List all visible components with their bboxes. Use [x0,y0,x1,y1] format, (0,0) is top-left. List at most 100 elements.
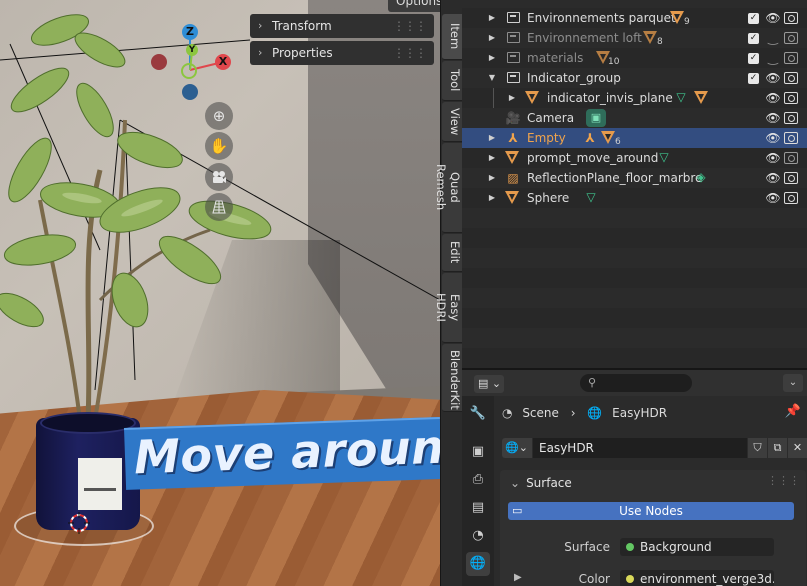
world-name-field[interactable]: EasyHDR [533,438,747,458]
outliner-row[interactable]: ▶ Sphere ▽ 👁 [462,188,807,208]
expand-triangle-icon[interactable]: ▶ [486,8,498,28]
camera-render-icon[interactable] [784,192,798,204]
eye-icon[interactable]: 👁 [765,68,781,88]
eye-icon[interactable]: 👁 [765,188,781,208]
eye-icon[interactable]: 👁 [765,8,781,28]
fake-user-shield-icon[interactable]: ⛉ [748,438,767,458]
checkbox-icon[interactable]: ✓ [748,73,759,84]
outliner-item-label[interactable]: ReflectionPlane_floor_marbre [527,168,702,188]
pin-icon[interactable]: 📌 [785,404,801,419]
gizmo-neg-z-axis[interactable] [182,84,198,100]
world-tab-icon[interactable]: 🌐 [466,552,490,576]
outliner-item-label[interactable]: prompt_move_around [527,148,658,168]
outliner-row[interactable]: 🎥 Camera ▣ 👁 [462,108,807,128]
outliner-item-label[interactable]: Environnements parquet [527,8,676,28]
outliner[interactable]: ▶ Environnements parquet 9 ✓ 👁 ▶ Environ… [462,0,807,368]
camera-render-icon[interactable] [784,32,798,44]
duplicate-icon[interactable]: ⧉ [768,438,787,458]
options-button[interactable]: Options ⌄ [388,0,440,22]
outliner-row[interactable]: ▶ materials 10 ✓ ‿ [462,48,807,68]
outliner-row[interactable]: ▶ Environnements parquet 9 ✓ 👁 [462,8,807,28]
3d-viewport[interactable]: Move around! Z Y X ⊕ ✋ Options ⌄ › Trans… [0,0,440,586]
eye-icon[interactable]: 👁 [765,128,781,148]
outliner-row[interactable]: ▶ Environnement loft 8 ✓ ‿ [462,28,807,48]
drag-grip-icon[interactable]: ⋮⋮⋮ [767,474,800,487]
view-layer-tab-icon[interactable]: ▤ [466,496,490,520]
drag-grip-icon[interactable]: ⋮⋮⋮ [393,41,427,65]
transform-panel-header[interactable]: › Transform ⋮⋮⋮ [250,14,434,38]
camera-render-icon[interactable] [784,12,798,24]
camera-render-icon[interactable] [784,72,798,84]
camera-view-icon[interactable] [205,163,233,191]
editor-type-dropdown[interactable]: ▤ ⌄ [474,375,504,393]
scene-tab-icon[interactable]: ◔ [466,524,490,548]
outliner-item-label[interactable]: Empty [527,128,566,148]
chevron-right-icon[interactable]: ▶ [514,572,522,583]
outliner-row[interactable]: ▶ indicator_invis_plane ▽ 👁 [462,88,807,108]
camera-render-icon[interactable] [784,152,798,164]
outliner-row[interactable]: ▶ ▨ ReflectionPlane_floor_marbre ◈ 👁 [462,168,807,188]
zoom-icon[interactable]: ⊕ [205,102,233,130]
use-nodes-button[interactable]: ▭ Use Nodes [508,502,794,520]
expand-triangle-icon[interactable]: ▶ [486,188,498,208]
outliner-row[interactable]: ▼ Indicator_group ✓ 👁 [462,68,807,88]
camera-render-icon[interactable] [784,112,798,124]
expand-triangle-icon[interactable]: ▶ [486,128,498,148]
tab-quad-remesh[interactable]: Quad Remesh [434,143,462,233]
expand-triangle-icon[interactable]: ▶ [486,28,498,48]
breadcrumb-scene[interactable]: Scene [522,406,559,420]
drag-grip-icon[interactable]: ⋮⋮⋮ [393,14,427,38]
tab-item[interactable]: Item [442,14,462,60]
outliner-item-label[interactable]: Indicator_group [527,68,621,88]
eye-icon[interactable]: 👁 [765,88,781,108]
camera-render-icon[interactable] [784,132,798,144]
camera-render-icon[interactable] [784,52,798,64]
tool-tab-icon[interactable]: 🔧 [466,402,490,426]
camera-render-icon[interactable] [784,172,798,184]
tab-tool[interactable]: Tool [442,61,462,101]
expand-triangle-icon[interactable]: ▶ [486,168,498,188]
tab-view[interactable]: View [442,102,462,142]
outliner-item-label[interactable]: materials [527,48,583,68]
expand-triangle-icon[interactable]: ▶ [486,148,498,168]
tab-easy-hdri[interactable]: Easy HDRI [434,273,462,343]
outliner-item-label[interactable]: Camera [527,108,574,128]
outliner-item-label[interactable]: Environnement loft [527,28,642,48]
eye-icon[interactable]: 👁 [765,148,781,168]
grid-ortho-icon[interactable] [205,193,233,221]
surface-shader-field[interactable]: Background [620,538,774,556]
eye-icon[interactable]: 👁 [765,168,781,188]
tab-blenderkit[interactable]: BlenderKit [442,344,462,412]
gizmo-y-axis[interactable]: Y [186,44,198,56]
checkbox-icon[interactable]: ✓ [748,33,759,44]
gizmo-x-axis[interactable]: X [215,54,231,70]
tab-edit[interactable]: Edit [442,234,462,272]
expand-triangle-icon[interactable]: ▶ [486,48,498,68]
expand-triangle-icon[interactable]: ▶ [506,88,518,108]
hand-pan-icon[interactable]: ✋ [205,132,233,160]
collapse-triangle-icon[interactable]: ▼ [486,68,498,88]
chevron-down-icon[interactable]: ⌄ [783,374,803,392]
outliner-item-label[interactable]: Sphere [527,188,569,208]
gizmo-neg-x-axis[interactable] [151,54,167,70]
checkbox-icon[interactable]: ✓ [748,13,759,24]
camera-render-icon[interactable] [784,92,798,104]
breadcrumb-world[interactable]: EasyHDR [612,406,667,420]
color-texture-field[interactable]: environment_verge3d.hdr [620,570,774,586]
close-icon[interactable]: ✕ [788,438,807,458]
outliner-row-selected[interactable]: ▶ ⅄ Empty ⅄ 6 👁 [462,128,807,148]
gizmo-neg-y-axis[interactable] [181,63,197,79]
surface-panel-header[interactable]: ⌄ Surface [510,476,572,490]
checkbox-icon[interactable]: ✓ [748,53,759,64]
render-tab-icon[interactable]: ▣ [466,440,490,464]
eye-icon[interactable]: 👁 [765,108,781,128]
properties-search-input[interactable]: ⚲ [580,374,692,392]
outliner-item-label[interactable]: indicator_invis_plane [547,88,673,108]
eye-closed-icon[interactable]: ‿ [765,28,781,48]
eye-closed-icon[interactable]: ‿ [765,48,781,68]
outliner-row[interactable]: ▶ prompt_move_around ▽ 👁 [462,148,807,168]
properties-panel-header[interactable]: › Properties ⋮⋮⋮ [250,41,434,65]
output-tab-icon[interactable]: ⎙ [466,468,490,492]
world-browse-dropdown[interactable]: 🌐⌄ [502,438,532,458]
gizmo-z-axis[interactable]: Z [182,24,198,40]
